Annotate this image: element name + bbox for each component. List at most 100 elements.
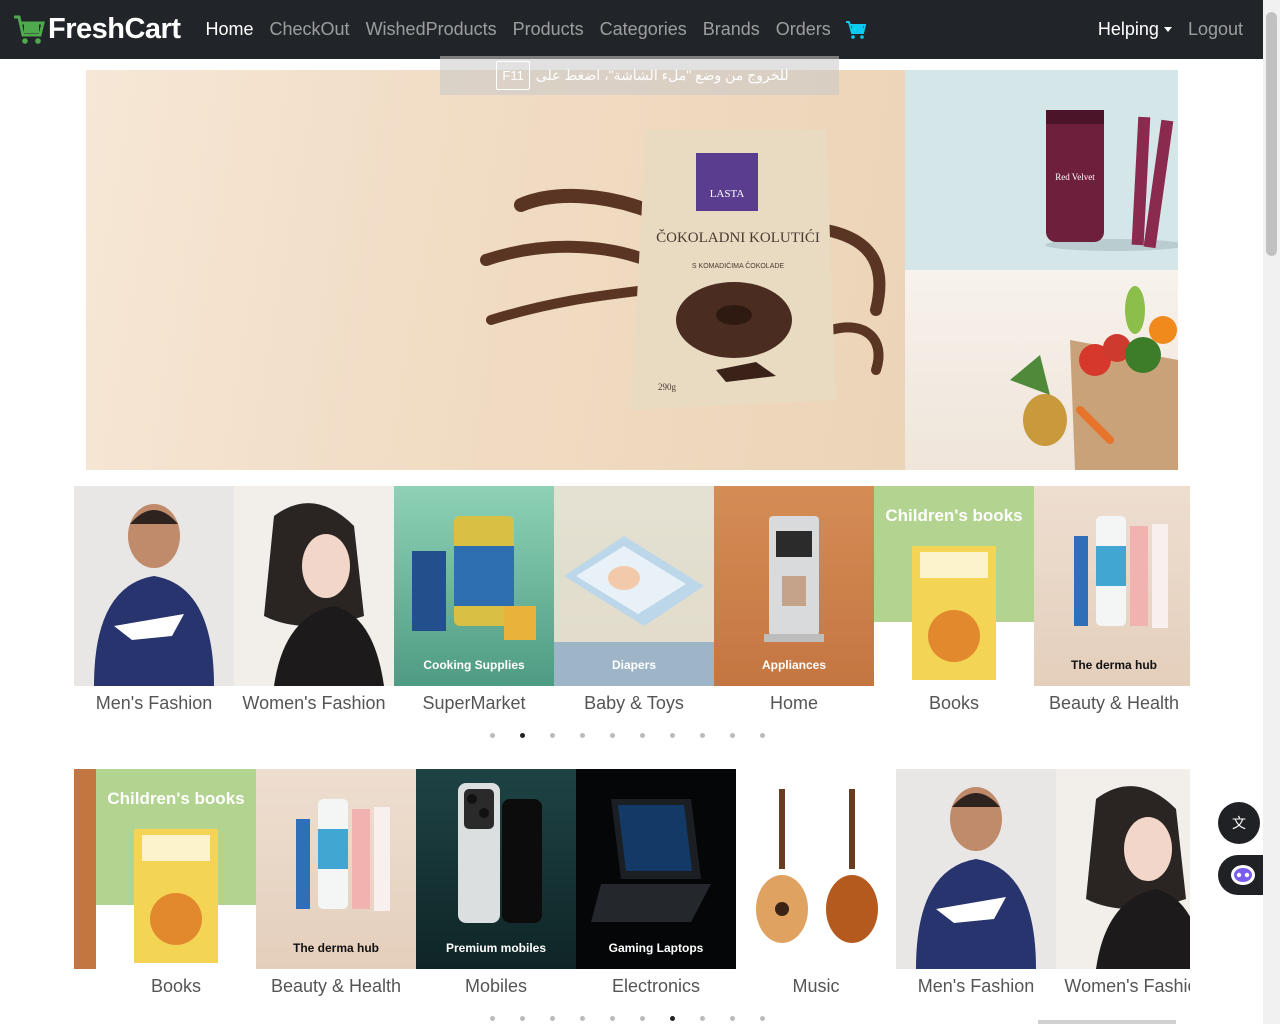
category-name: SuperMarket (422, 693, 526, 713)
category-card[interactable]: Men's Fashion (896, 769, 1056, 1009)
category-card[interactable]: Children's books Books (96, 769, 256, 1009)
slider-dot[interactable] (490, 733, 495, 738)
category-card[interactable]: The derma hub Beauty & Health (1034, 486, 1190, 726)
category-image (74, 486, 234, 686)
brand-name: FreshCart (48, 13, 181, 45)
translate-button[interactable]: 文 (1218, 802, 1260, 844)
nav-link-categories[interactable]: Categories (592, 19, 695, 40)
category-image (736, 769, 896, 969)
side-banner-groceries[interactable] (905, 270, 1178, 470)
logout-link[interactable]: Logout (1188, 19, 1243, 40)
chocolate-product-image: LASTA ČOKOLADNI KOLUTIĆI S KOMADIĆIMA ČO… (480, 130, 886, 410)
category-image: Appliances (714, 486, 874, 686)
category-image: Children's books (874, 486, 1034, 686)
category-slider-1: Men's Fashion Women's Fashion Cooking Su… (74, 486, 1190, 726)
category-slider-2: Children's books Books The derma hub Bea… (74, 769, 1190, 1009)
category-card[interactable]: The derma hub Beauty & Health (256, 769, 416, 1009)
slider-dot[interactable] (700, 1016, 705, 1021)
category-name: Women's Fashion (242, 693, 386, 713)
product-weight-text: 290g (658, 382, 677, 392)
shopping-cart-icon[interactable] (845, 20, 867, 40)
brand-logo[interactable]: FreshCart (12, 13, 181, 47)
nav-right: Helping Logout (1098, 0, 1243, 59)
category-name: Music (792, 976, 840, 996)
category-image (1056, 769, 1190, 969)
category-name: Men's Fashion (95, 693, 213, 713)
category-image: Gaming Laptops (576, 769, 736, 969)
product-brand-text: LASTA (710, 188, 745, 200)
nav-link-brands[interactable]: Brands (695, 19, 768, 40)
category-image: The derma hub (256, 769, 416, 969)
slider-dot[interactable] (640, 1016, 645, 1021)
slider-dot[interactable] (670, 1016, 675, 1021)
category-card[interactable]: Music (736, 769, 896, 1009)
slider-dot[interactable] (640, 733, 645, 738)
red-velvet-product-image: Red Velvet (1045, 110, 1178, 251)
slider-dot[interactable] (580, 1016, 585, 1021)
slider-dot[interactable] (550, 1016, 555, 1021)
category-image (234, 486, 394, 686)
side-product-text: Red Velvet (1055, 172, 1095, 182)
vertical-scrollbar-thumb[interactable] (1266, 12, 1277, 256)
slider-dot[interactable] (730, 1016, 735, 1021)
fullscreen-notice-text: للخروج من وضع "ملء الشاشة"، اضغط على (535, 67, 789, 83)
slider-dot[interactable] (490, 1016, 495, 1021)
category-card[interactable]: Women's Fashion (234, 486, 394, 726)
slider-dot[interactable] (670, 733, 675, 738)
category-caption: Diapers (611, 658, 657, 672)
slider-dot[interactable] (610, 733, 615, 738)
horizontal-scrollbar[interactable] (1038, 1020, 1176, 1024)
helping-label: Helping (1097, 19, 1159, 39)
category-card[interactable]: Men's Fashion (74, 486, 234, 726)
category-card[interactable]: Women's Fashion (1056, 769, 1190, 1009)
category-caption: Children's books (107, 789, 245, 808)
slider-dot[interactable] (760, 733, 765, 738)
category-image: Children's books (96, 769, 256, 969)
category-card[interactable]: Appliances Home (714, 486, 874, 726)
main-banner-slide[interactable]: LASTA ČOKOLADNI KOLUTIĆI S KOMADIĆIMA ČO… (86, 70, 905, 470)
category-card[interactable]: Cooking Supplies SuperMarket (394, 486, 554, 726)
slider-dot[interactable] (580, 733, 585, 738)
helping-dropdown[interactable]: Helping (1098, 19, 1172, 40)
nav-links: Home CheckOut WishedProducts Products Ca… (198, 19, 867, 40)
category-name: Books (928, 693, 980, 713)
slider-dot[interactable] (730, 733, 735, 738)
category-name: Mobiles (464, 976, 528, 996)
category-card[interactable]: Children's books Books (874, 486, 1034, 726)
caret-down-icon (1163, 27, 1172, 32)
category-image: Premium mobiles (416, 769, 576, 969)
category-caption: Appliances (761, 658, 827, 672)
category-card[interactable]: Premium mobiles Mobiles (416, 769, 576, 1009)
nav-link-checkout[interactable]: CheckOut (262, 19, 358, 40)
side-banner-red-velvet[interactable]: Red Velvet (905, 70, 1178, 270)
category-caption: Children's books (885, 506, 1023, 525)
category-caption: The derma hub (292, 941, 379, 955)
slider-dot[interactable] (550, 733, 555, 738)
category-name: Men's Fashion (917, 976, 1035, 996)
category-name: Beauty & Health (270, 976, 402, 996)
slider-dot[interactable] (700, 733, 705, 738)
grocery-bag-image (1010, 286, 1178, 470)
category-name: Home (769, 693, 818, 713)
nav-link-wished-products[interactable]: WishedProducts (358, 19, 505, 40)
category-name: Baby & Toys (584, 693, 684, 713)
slider-dot[interactable] (760, 1016, 765, 1021)
f11-key-badge: F11 (496, 61, 530, 90)
category-caption: Gaming Laptops (608, 941, 704, 955)
category-card[interactable]: Gaming Laptops Electronics (576, 769, 736, 1009)
category-card[interactable]: Diapers Baby & Toys (554, 486, 714, 726)
slider-2-dots (490, 1016, 790, 1021)
slider-dot[interactable] (520, 733, 525, 738)
partial-category-image (74, 769, 96, 969)
category-name: Beauty & Health (1048, 693, 1180, 713)
slider-dot[interactable] (520, 1016, 525, 1021)
category-caption: Cooking Supplies (423, 658, 525, 672)
slider-dot[interactable] (610, 1016, 615, 1021)
navbar: FreshCart Home CheckOut WishedProducts P… (0, 0, 1263, 59)
assistant-button[interactable] (1218, 855, 1268, 895)
category-name: Books (150, 976, 202, 996)
nav-link-orders[interactable]: Orders (768, 19, 839, 40)
product-name-text: ČOKOLADNI KOLUTIĆI (656, 229, 820, 246)
nav-link-home[interactable]: Home (198, 19, 262, 40)
nav-link-products[interactable]: Products (505, 19, 592, 40)
